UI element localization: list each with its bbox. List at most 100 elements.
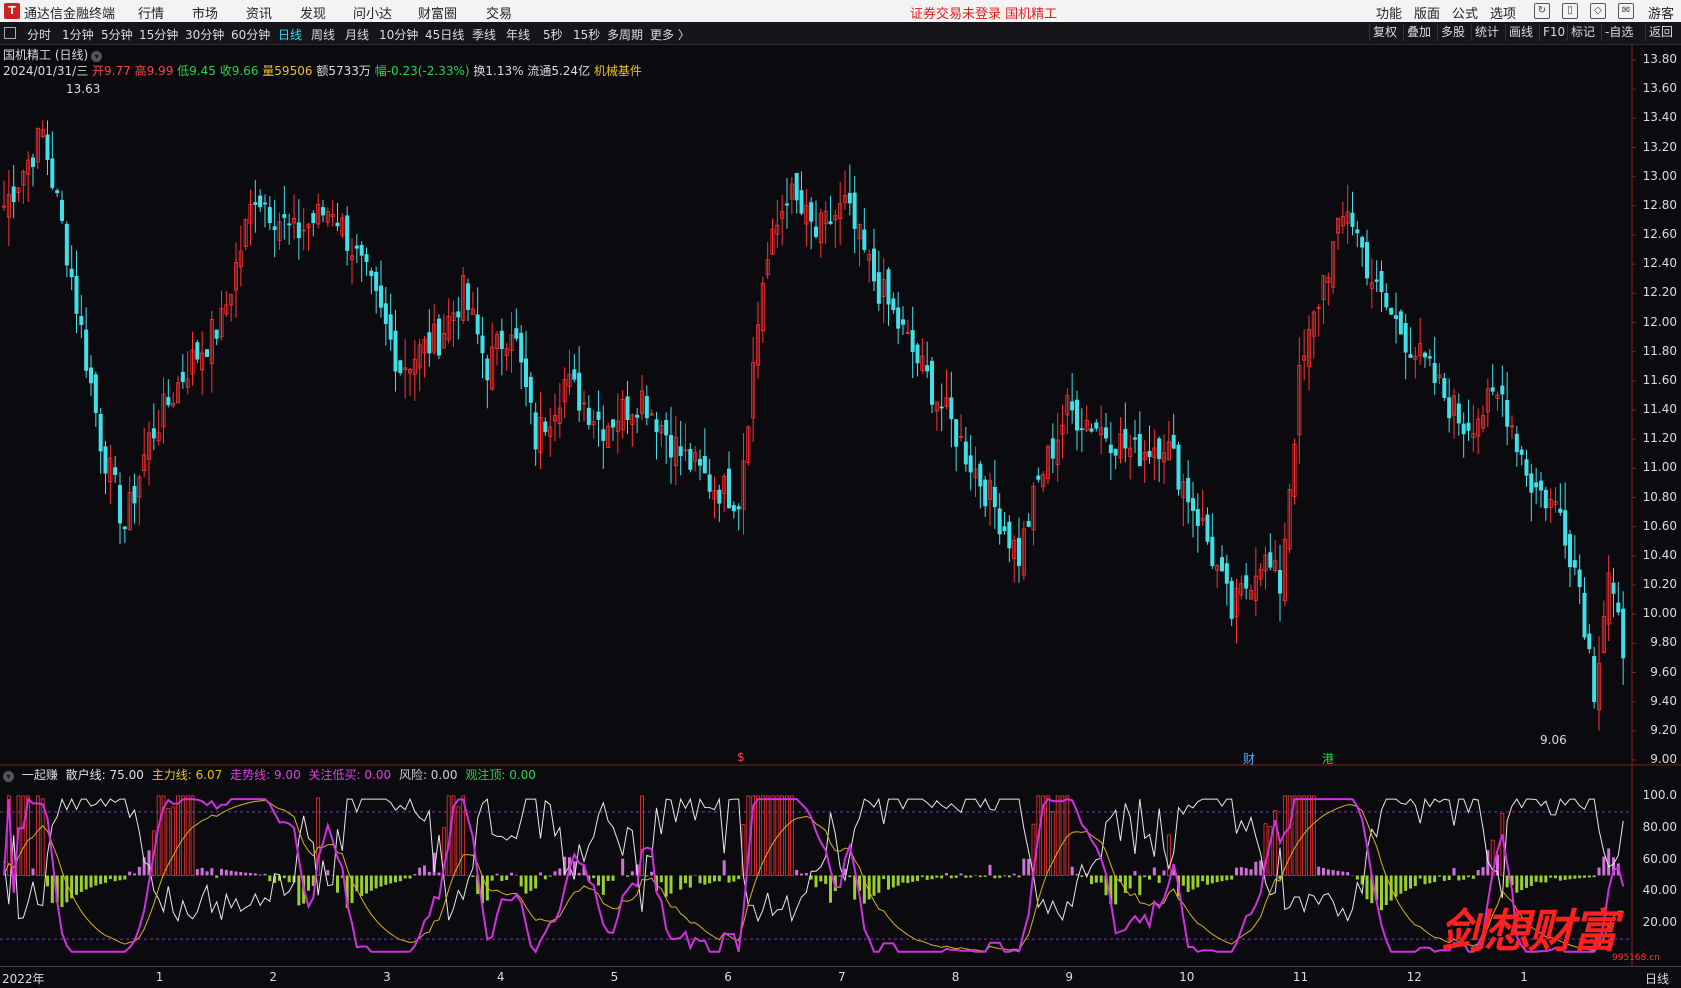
candle-body <box>698 459 701 465</box>
indicator-bar <box>409 875 412 878</box>
candle-body <box>998 509 1001 534</box>
indicator-bar <box>94 875 97 885</box>
candle-body <box>853 193 856 229</box>
indicator-name[interactable]: 一起赚 <box>22 768 58 782</box>
candle-body <box>1206 515 1209 542</box>
indicator-bar <box>1424 875 1427 884</box>
indicator-bar <box>128 872 131 876</box>
indicator-bar <box>307 875 310 890</box>
candle-body <box>1095 423 1098 428</box>
indicator-bar <box>462 796 465 876</box>
amount-value: 额5733万 <box>316 64 371 78</box>
candle-body <box>727 469 730 508</box>
candle-body <box>602 430 605 441</box>
price-tick-label: 9.40 <box>1650 694 1677 708</box>
indicator-bar <box>1100 875 1103 882</box>
candle-body <box>1433 363 1436 382</box>
price-tick-label: 10.60 <box>1643 519 1677 533</box>
indicator-bar <box>1148 875 1151 879</box>
price-tick-label: 11.20 <box>1643 431 1677 445</box>
candle-body <box>1278 570 1281 593</box>
indicator-bar <box>399 875 402 881</box>
candle-body <box>215 330 218 338</box>
candle-body <box>814 227 817 237</box>
indicator-bar <box>326 870 329 875</box>
indicator-bar <box>75 875 78 894</box>
indicator-bar <box>496 874 499 876</box>
indicator-trend-line: 走势线: 9.00 <box>230 768 301 782</box>
indicator-bar <box>1076 874 1079 875</box>
indicator-bar <box>819 875 822 881</box>
candle-body <box>1573 561 1576 568</box>
indicator-bar <box>1472 875 1475 878</box>
indicator-bar <box>1535 875 1538 881</box>
indicator-bar <box>549 875 552 876</box>
indicator-bar <box>544 875 547 879</box>
candle-body <box>466 284 469 310</box>
indicator-bar <box>220 869 223 876</box>
indicator-bar <box>897 875 900 885</box>
candle-body <box>1520 450 1523 454</box>
candle-body <box>70 269 73 277</box>
indicator-bar <box>1583 875 1586 877</box>
price-tick-label: 12.00 <box>1643 315 1677 329</box>
indicator-bar <box>1235 868 1238 876</box>
indicator-watch-top: 观注顶: 0.00 <box>465 768 536 782</box>
indicator-bar <box>1457 875 1460 880</box>
indicator-bar <box>1569 875 1572 879</box>
candle-body <box>1051 439 1054 458</box>
indicator-bar <box>950 875 953 878</box>
event-marker-dollar[interactable]: $ <box>737 750 745 764</box>
chevron-down-icon[interactable]: ▾ <box>91 51 102 62</box>
candle-body <box>254 203 257 205</box>
candle-body <box>80 317 83 325</box>
indicator-tick-label: 80.00 <box>1643 820 1677 834</box>
indicator-bar <box>1593 875 1596 877</box>
candle-body <box>1017 538 1020 565</box>
candle-body <box>481 336 484 353</box>
indicator-bar <box>742 825 745 876</box>
indicator-bar <box>1254 862 1257 876</box>
candle-body <box>167 398 170 405</box>
indicator-bar <box>1225 875 1228 880</box>
stock-title[interactable]: 国机精工 (日线)▾ <box>3 46 102 63</box>
candle-body <box>1158 439 1161 459</box>
indicator-bar <box>1544 875 1547 882</box>
candle-body <box>1568 534 1571 566</box>
candle-body <box>1409 355 1412 358</box>
indicator-risk: 风险: 0.00 <box>399 768 458 782</box>
sector-link[interactable]: 机械基件 <box>594 64 642 78</box>
indicator-bar <box>1211 875 1214 883</box>
candle-body <box>99 414 102 451</box>
event-marker-finance[interactable]: 财 <box>1243 750 1255 767</box>
indicator-bar <box>713 875 716 881</box>
indicator-bar <box>1061 796 1064 876</box>
indicator-bar <box>1230 875 1233 879</box>
indicator-bar <box>1245 868 1248 875</box>
price-tick-label: 9.20 <box>1650 723 1677 737</box>
indicator-bar <box>660 875 663 882</box>
chevron-down-icon[interactable]: ▾ <box>3 771 14 782</box>
candle-body <box>737 507 740 509</box>
candle-body <box>520 333 523 362</box>
indicator-bar <box>1525 875 1528 887</box>
indicator-bar <box>133 873 136 875</box>
candle-body <box>1090 429 1093 431</box>
indicator-bar <box>1346 872 1349 875</box>
indicator-bar <box>1564 875 1567 879</box>
indicator-bar <box>1071 867 1074 876</box>
event-marker-hk[interactable]: 港 <box>1322 750 1334 767</box>
indicator-bar <box>969 875 972 877</box>
indicator-bar <box>1003 875 1006 876</box>
candle-body <box>133 486 136 503</box>
indicator-bar <box>1554 875 1557 878</box>
indicator-bar <box>1008 875 1011 877</box>
indicator-bar <box>114 875 117 881</box>
indicator-bar <box>1366 875 1369 899</box>
candle-body <box>916 345 919 363</box>
indicator-bar <box>1240 867 1243 875</box>
indicator-bar <box>766 796 769 876</box>
candle-body <box>703 456 706 473</box>
candle-body <box>1080 429 1083 430</box>
kline-chart[interactable] <box>0 0 1681 987</box>
